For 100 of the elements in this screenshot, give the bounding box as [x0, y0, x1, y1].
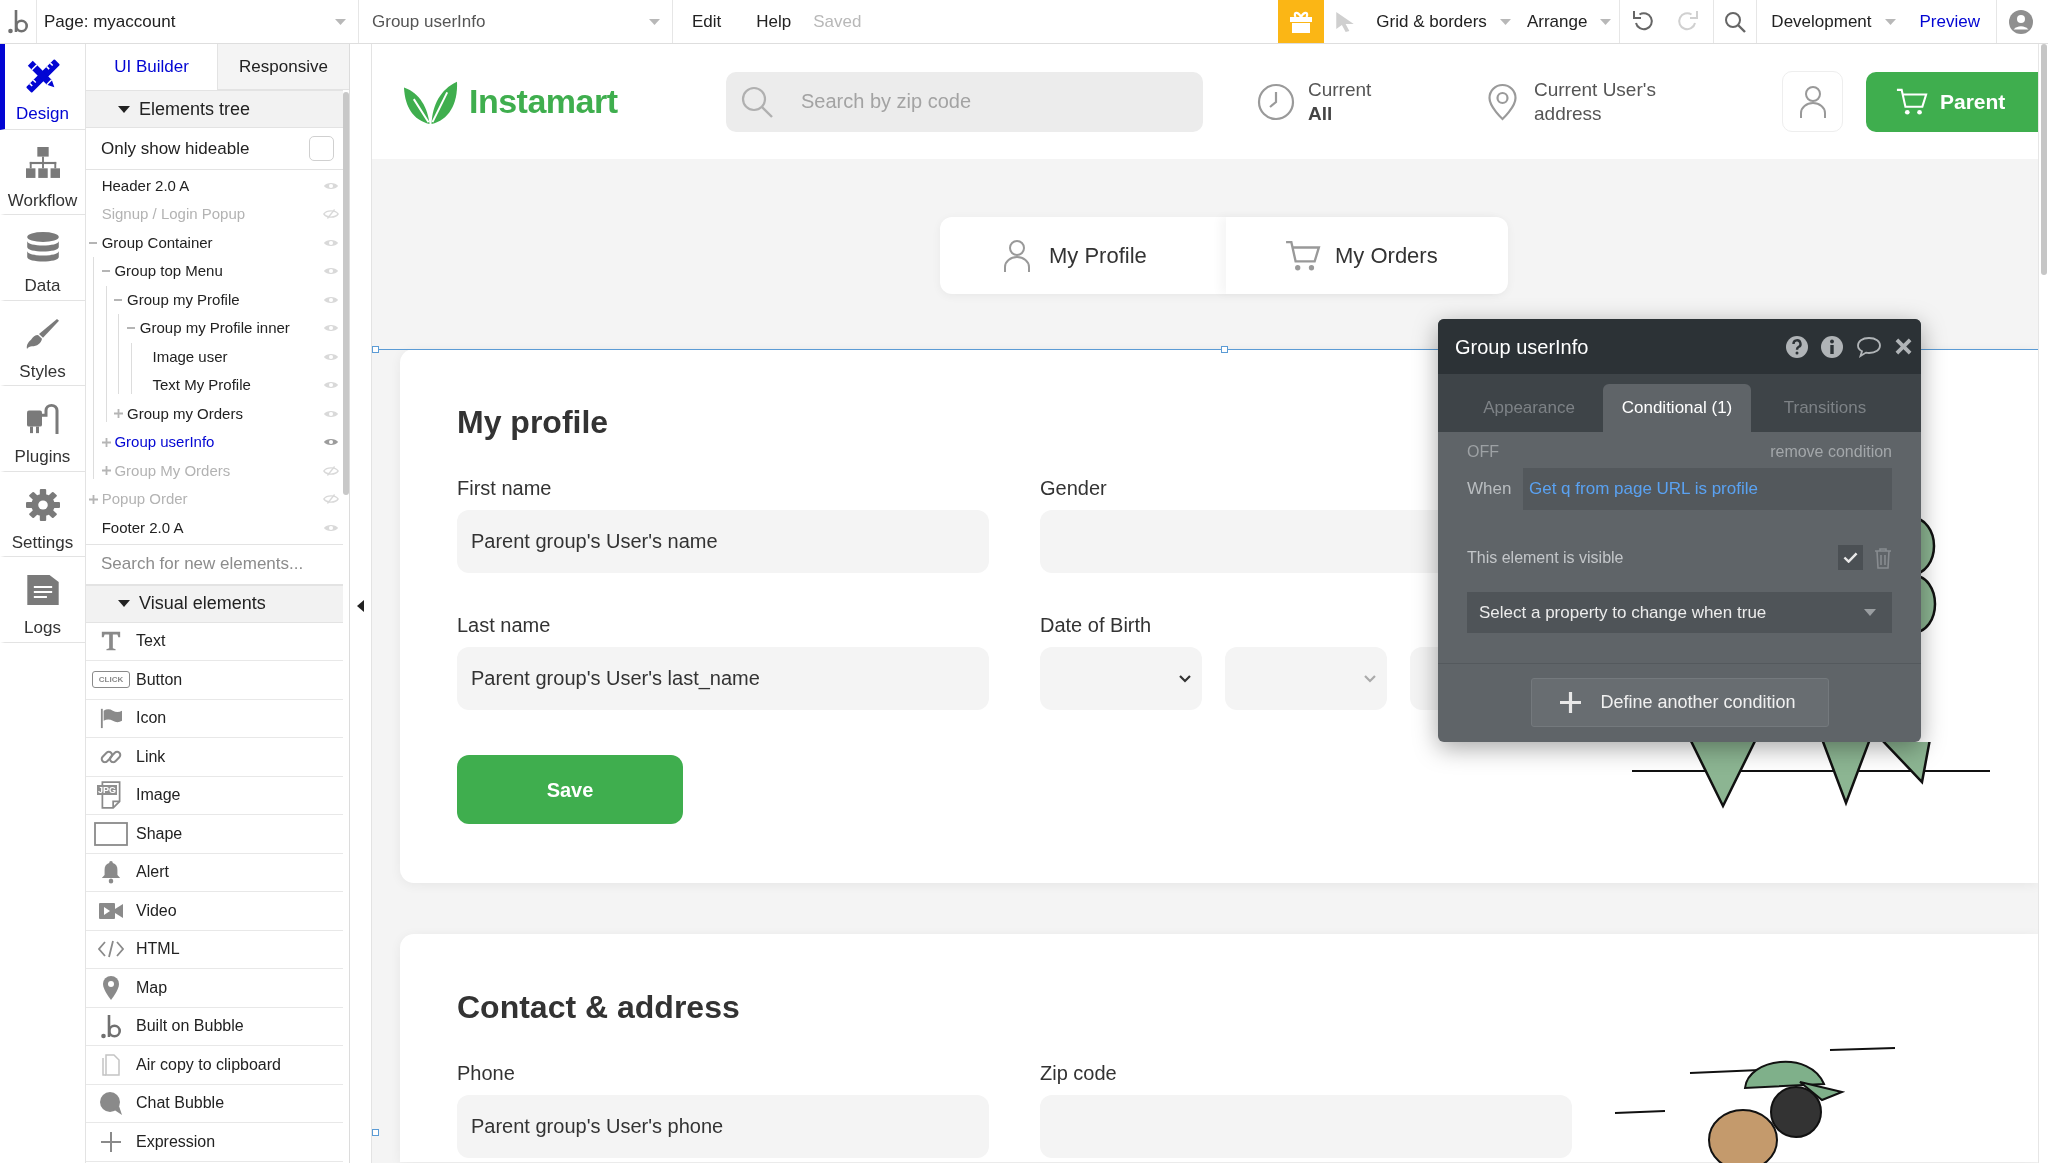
- scrollbar-thumb[interactable]: [2041, 44, 2047, 275]
- search-field[interactable]: Search by zip code: [726, 71, 1203, 132]
- eye-icon[interactable]: [323, 323, 339, 334]
- section-header[interactable]: Elements tree: [86, 90, 343, 128]
- property-dropdown[interactable]: Select a property to change when true: [1467, 592, 1892, 633]
- comment-icon[interactable]: [1856, 335, 1882, 358]
- gift-button[interactable]: [1278, 0, 1325, 43]
- toolbar-dropdown[interactable]: Arrange: [1518, 0, 1620, 43]
- element-type-item[interactable]: Built on Bubble: [86, 1007, 343, 1046]
- element-type-item[interactable]: Chat Bubble: [86, 1084, 343, 1123]
- tree-item[interactable]: Group top Menu: [114, 260, 223, 283]
- input-field[interactable]: Parent group's User's phone: [457, 1095, 989, 1158]
- sidebar-tab[interactable]: Styles: [0, 300, 85, 386]
- location-pin-icon: [1487, 82, 1518, 121]
- scrollbar-thumb[interactable]: [343, 92, 349, 495]
- page-tab[interactable]: My Orders: [1226, 217, 1508, 294]
- eye-icon[interactable]: [323, 522, 339, 533]
- search-field[interactable]: Search for new elements...: [86, 544, 343, 585]
- minus-icon[interactable]: [114, 298, 123, 301]
- tree-item[interactable]: Group my Orders: [127, 402, 243, 425]
- toolbar-dropdown[interactable]: Grid & borders: [1368, 0, 1519, 43]
- plus-icon[interactable]: [114, 409, 124, 419]
- element-type-item[interactable]: Alert: [86, 853, 343, 892]
- input-field[interactable]: Parent group's User's last_name: [457, 647, 989, 710]
- help-icon[interactable]: [1786, 335, 1808, 358]
- resize-handle[interactable]: [372, 1129, 379, 1136]
- caret-down-icon: [335, 18, 346, 25]
- eye-icon[interactable]: [323, 437, 339, 448]
- resize-handle[interactable]: [372, 346, 379, 353]
- section-header[interactable]: Visual elements: [86, 584, 343, 623]
- hidden-eye-icon[interactable]: [323, 465, 339, 476]
- dropdown-field[interactable]: [1040, 647, 1202, 710]
- plus-icon[interactable]: [89, 494, 98, 504]
- element-dropdown[interactable]: Group userInfo: [359, 0, 673, 43]
- element-type-item[interactable]: Text: [86, 622, 343, 661]
- sidebar-tab[interactable]: Settings: [0, 471, 85, 557]
- editor-tab[interactable]: Conditional (1): [1603, 384, 1751, 432]
- logo-icon[interactable]: [8, 9, 28, 34]
- preview-link[interactable]: Preview: [1911, 8, 1988, 35]
- eye-icon[interactable]: [323, 380, 339, 391]
- sidebar-tab[interactable]: Data: [0, 215, 85, 301]
- input-field[interactable]: Parent group's User's name: [457, 510, 989, 573]
- tree-item[interactable]: Header 2.0 A: [101, 174, 190, 197]
- code-icon: [98, 940, 124, 959]
- filter-label: Only show hideable: [101, 137, 250, 160]
- checkbox[interactable]: [1838, 545, 1863, 570]
- sidebar-tab[interactable]: Workflow: [0, 129, 85, 215]
- element-type-item[interactable]: Icon: [86, 699, 343, 738]
- element-type-item[interactable]: Expression: [86, 1123, 343, 1162]
- eye-icon[interactable]: [323, 266, 339, 277]
- tree-item[interactable]: Group my Profile inner: [139, 317, 290, 340]
- panel-tab[interactable]: Responsive: [218, 44, 349, 90]
- element-type-item[interactable]: JPG Image: [86, 776, 343, 815]
- collapse-arrow-icon[interactable]: [357, 600, 364, 612]
- account-button[interactable]: [1782, 71, 1843, 132]
- tree-item[interactable]: Group Container: [101, 231, 213, 254]
- avatar-icon[interactable]: [2009, 9, 2033, 34]
- close-icon[interactable]: [1895, 338, 1912, 355]
- info-icon[interactable]: [1821, 335, 1843, 358]
- hidden-eye-icon[interactable]: [323, 209, 339, 220]
- gift-icon: [1289, 10, 1314, 33]
- menu-item[interactable]: Edit: [692, 0, 722, 43]
- tree-item[interactable]: Footer 2.0 A: [101, 516, 184, 539]
- minus-icon[interactable]: [127, 327, 136, 330]
- plus-icon[interactable]: [101, 466, 111, 476]
- plus-icon[interactable]: [101, 437, 111, 447]
- search-icon[interactable]: [1724, 10, 1747, 33]
- time-label: Current: [1308, 77, 1372, 102]
- element-type-item[interactable]: CLICK Button: [86, 661, 343, 700]
- minus-icon[interactable]: [101, 270, 110, 273]
- element-type-item[interactable]: Air copy to clipboard: [86, 1046, 343, 1085]
- element-type-item[interactable]: Map: [86, 969, 343, 1008]
- element-type-item[interactable]: Video: [86, 892, 343, 931]
- hidden-eye-icon[interactable]: [323, 494, 339, 505]
- resize-handle[interactable]: [1221, 346, 1228, 353]
- minus-icon[interactable]: [89, 241, 97, 244]
- eye-icon[interactable]: [323, 180, 339, 191]
- tree-item[interactable]: Group my Profile: [127, 288, 240, 311]
- element-type-item[interactable]: Shape: [86, 815, 343, 854]
- sidebar-tab[interactable]: Logs: [0, 557, 85, 643]
- tree-item[interactable]: Text My Profile: [152, 374, 251, 397]
- tree-item[interactable]: Image user: [152, 345, 228, 368]
- eye-icon[interactable]: [323, 237, 339, 248]
- section-title: Contact & address: [457, 988, 740, 1027]
- checkbox[interactable]: [309, 136, 334, 161]
- add-condition-button[interactable]: Define another condition: [1530, 678, 1829, 727]
- video-camera-icon: [99, 900, 123, 921]
- element-type-item[interactable]: Link: [86, 738, 343, 777]
- sidebar-tab[interactable]: Plugins: [0, 386, 85, 472]
- menu-item[interactable]: Help: [756, 0, 792, 43]
- toolbar-dropdown[interactable]: Development: [1763, 8, 1904, 35]
- element-type-item[interactable]: HTML: [86, 930, 343, 969]
- page-tab[interactable]: My Profile: [940, 217, 1226, 294]
- eye-icon[interactable]: [323, 351, 339, 362]
- trash-icon[interactable]: [1874, 546, 1892, 569]
- page-dropdown[interactable]: Page: myaccount: [37, 0, 359, 43]
- eye-icon[interactable]: [323, 294, 339, 305]
- eye-icon[interactable]: [323, 408, 339, 419]
- tree-item[interactable]: Group userInfo: [114, 431, 215, 454]
- dropdown-field[interactable]: [1225, 647, 1387, 710]
